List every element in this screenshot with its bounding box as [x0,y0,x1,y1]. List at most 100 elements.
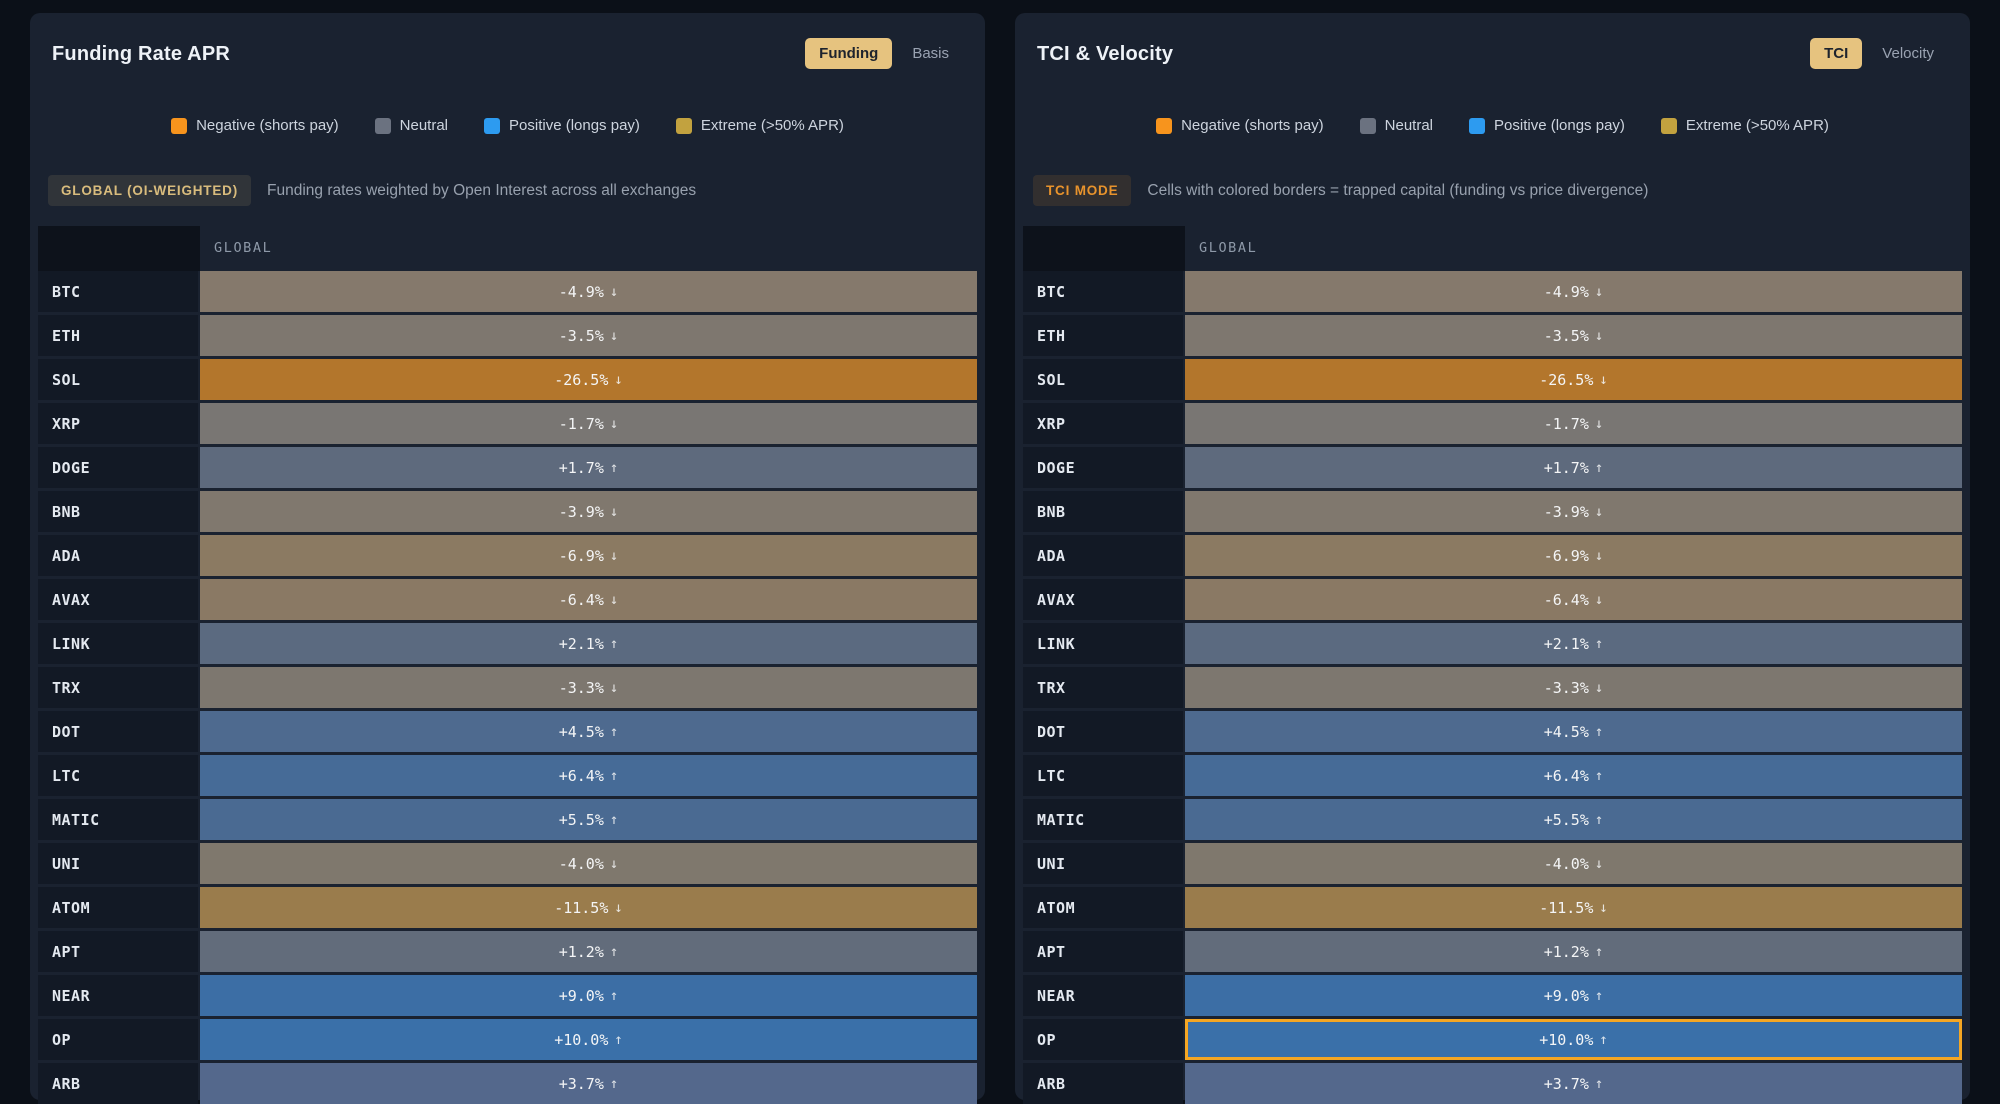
cell-value: +1.7% [559,459,604,477]
heatmap-cell[interactable]: -1.7%↓ [1185,403,1962,444]
row-symbol: DOGE [1023,447,1183,488]
heatmap-cell[interactable]: +9.0%↑ [1185,975,1962,1016]
heatmap-cell[interactable]: +1.7% ↑ [200,447,977,488]
arrow-down-icon: ↓ [610,328,618,344]
arrow-up-icon: ↑ [1595,768,1603,784]
table-row: AVAX-6.4%↓ [38,579,977,620]
row-symbol: MATIC [38,799,198,840]
heatmap-cell[interactable]: +10.0%↑ [200,1019,977,1060]
panel-tci-velocity: TCI & Velocity TCIVelocity Negative (sho… [1015,13,1970,1100]
heatmap-cell[interactable]: -26.5%↓ [200,359,977,400]
arrow-down-icon: ↓ [610,548,618,564]
row-symbol: ETH [1023,315,1183,356]
heatmap-cell[interactable]: +10.0%↑ [1185,1019,1962,1060]
heatmap-cell[interactable]: +4.5%↑ [1185,711,1962,752]
heatmap-cell[interactable]: -4.9%↓ [1185,271,1962,312]
arrow-up-icon: ↑ [610,724,618,740]
row-symbol: OP [38,1019,198,1060]
heatmap-cell[interactable]: -6.9%↓ [200,535,977,576]
heatmap-cell[interactable]: -6.4%↓ [200,579,977,620]
legend-item: Extreme (>50% APR) [676,117,844,134]
heatmap-cell[interactable]: +3.7%↑ [200,1063,977,1104]
arrow-down-icon: ↓ [1595,416,1603,432]
legend-swatch-icon [1661,118,1677,134]
heatmap-rows: BTC-4.9%↓ETH-3.5%↓SOL-26.5%↓XRP-1.7%↓DOG… [1023,271,1962,1104]
heatmap-cell[interactable]: +2.1%↑ [200,623,977,664]
arrow-down-icon: ↓ [1595,592,1603,608]
cell-value: -3.3% [559,679,604,697]
legend-item: Extreme (>50% APR) [1661,117,1829,134]
legend-swatch-icon [171,118,187,134]
row-symbol: XRP [1023,403,1183,444]
row-symbol: BNB [38,491,198,532]
row-symbol: TRX [38,667,198,708]
heatmap-cell[interactable]: +3.7%↑ [1185,1063,1962,1104]
funding-heatmap-table: GLOBAL BTC-4.9%↓ETH-3.5%↓SOL-26.5%↓XRP-1… [38,226,977,1104]
heatmap-cell[interactable]: +4.5%↑ [200,711,977,752]
legend: Negative (shorts pay)NeutralPositive (lo… [1023,93,1962,175]
heatmap-cell[interactable]: -11.5%↓ [1185,887,1962,928]
heatmap-cell[interactable]: -11.5%↓ [200,887,977,928]
view-toggle-group: FundingBasis [805,38,963,69]
cell-value: -3.5% [1544,327,1589,345]
arrow-down-icon: ↓ [1595,856,1603,872]
legend-label: Extreme (>50% APR) [1686,117,1829,134]
cell-value: -11.5% [554,899,608,917]
toggle-funding[interactable]: Funding [805,38,892,69]
panel-funding-rate-apr: Funding Rate APR FundingBasis Negative (… [30,13,985,1100]
heatmap-cell[interactable]: -3.9%↓ [1185,491,1962,532]
heatmap-cell[interactable]: +6.4%↑ [1185,755,1962,796]
panel-header: TCI & Velocity TCIVelocity [1023,13,1962,93]
table-row: LTC+6.4%↑ [1023,755,1962,796]
cell-value: +2.1% [1544,635,1589,653]
toggle-basis[interactable]: Basis [898,38,963,69]
heatmap-cell[interactable]: -3.3%↓ [200,667,977,708]
table-row: ARB+3.7%↑ [38,1063,977,1104]
heatmap-cell[interactable]: +1.2%↑ [1185,931,1962,972]
heatmap-cell[interactable]: +6.4%↑ [200,755,977,796]
arrow-down-icon: ↓ [1595,504,1603,520]
legend-label: Neutral [1385,117,1433,134]
legend-swatch-icon [1469,118,1485,134]
heatmap-cell[interactable]: -4.0%↓ [1185,843,1962,884]
table-row: BTC-4.9%↓ [38,271,977,312]
mode-badge: GLOBAL (OI-WEIGHTED) [48,175,251,206]
heatmap-cell[interactable]: -4.0%↓ [200,843,977,884]
heatmap-cell[interactable]: -6.9%↓ [1185,535,1962,576]
legend-label: Positive (longs pay) [1494,117,1625,134]
heatmap-cell[interactable]: -6.4%↓ [1185,579,1962,620]
table-row: NEAR+9.0%↑ [1023,975,1962,1016]
arrow-down-icon: ↓ [610,592,618,608]
legend-label: Extreme (>50% APR) [701,117,844,134]
table-row: APT+1.2%↑ [38,931,977,972]
heatmap-cell[interactable]: +1.2%↑ [200,931,977,972]
row-symbol: BNB [1023,491,1183,532]
row-symbol: OP [1023,1019,1183,1060]
heatmap-cell[interactable]: -1.7%↓ [200,403,977,444]
arrow-up-icon: ↑ [610,460,618,476]
heatmap-cell[interactable]: +5.5%↑ [1185,799,1962,840]
row-symbol: AVAX [38,579,198,620]
row-symbol: DOT [38,711,198,752]
table-row: ETH-3.5%↓ [38,315,977,356]
table-row: UNI-4.0%↓ [1023,843,1962,884]
heatmap-cell[interactable]: +1.7%↑ [1185,447,1962,488]
heatmap-cell[interactable]: -3.5%↓ [200,315,977,356]
heatmap-cell[interactable]: +2.1%↑ [1185,623,1962,664]
table-row: ADA-6.9%↓ [1023,535,1962,576]
heatmap-cell[interactable]: -4.9%↓ [200,271,977,312]
table-row: BNB-3.9%↓ [1023,491,1962,532]
row-symbol: AVAX [1023,579,1183,620]
panel-title: Funding Rate APR [52,41,230,67]
arrow-down-icon: ↓ [610,856,618,872]
toggle-tci[interactable]: TCI [1810,38,1862,69]
heatmap-cell[interactable]: +9.0%↑ [200,975,977,1016]
heatmap-cell[interactable]: -26.5%↓ [1185,359,1962,400]
table-head: GLOBAL [38,226,977,271]
arrow-up-icon: ↑ [610,768,618,784]
heatmap-cell[interactable]: +5.5%↑ [200,799,977,840]
heatmap-cell[interactable]: -3.5%↓ [1185,315,1962,356]
heatmap-cell[interactable]: -3.9%↓ [200,491,977,532]
heatmap-cell[interactable]: -3.3%↓ [1185,667,1962,708]
toggle-velocity[interactable]: Velocity [1868,38,1948,69]
